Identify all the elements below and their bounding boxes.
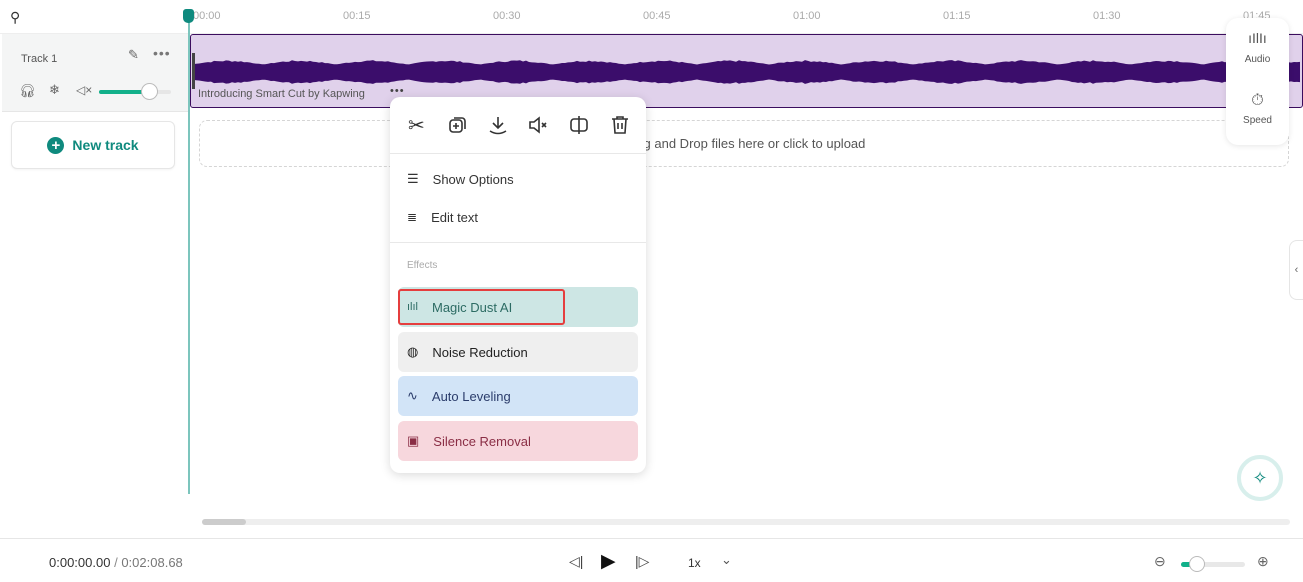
effect-label: Noise Reduction: [432, 344, 528, 360]
menu-item-label: Edit text: [431, 209, 479, 225]
effect-silence-removal[interactable]: ▣ Silence Removal: [398, 421, 638, 461]
new-track-button[interactable]: + New track: [11, 121, 175, 169]
waveform-path: [193, 60, 1300, 84]
clip-trim-handle[interactable]: [192, 53, 195, 89]
scrollbar-thumb[interactable]: [202, 519, 246, 525]
ruler-tick: 00:45: [643, 10, 671, 22]
magnet-icon[interactable]: ⚲: [10, 9, 20, 26]
effect-label: Auto Leveling: [431, 388, 511, 404]
audio-button[interactable]: ıIlIı Audio: [1226, 30, 1289, 65]
skip-forward-icon[interactable]: |▷: [635, 553, 649, 570]
playhead-handle[interactable]: [183, 9, 194, 23]
scissors-icon[interactable]: ✂: [404, 113, 428, 137]
current-time: 0:00:00.00: [49, 555, 111, 570]
timeline-ruler[interactable]: ⚲ 00:00 00:15 00:30 00:45 01:00 01:15 01…: [0, 0, 1303, 34]
playhead-line: [188, 16, 190, 494]
dropzone-text: Drag and Drop files here or click to upl…: [622, 136, 866, 151]
freeze-icon[interactable]: ❄: [49, 82, 60, 98]
zoom-in-icon[interactable]: ⊕: [1257, 553, 1269, 570]
skip-back-icon[interactable]: ◁|: [569, 553, 583, 570]
menu-item-edit-text[interactable]: ≣ Edit text: [390, 198, 646, 236]
speed-icon: ⏱: [1251, 92, 1264, 109]
play-icon[interactable]: ▶: [601, 550, 616, 573]
highlight-box: [398, 289, 565, 325]
new-track-label: New track: [72, 137, 139, 153]
magic-wand-icon[interactable]: ✎: [128, 47, 139, 63]
zoom-slider[interactable]: [1181, 556, 1245, 572]
side-panel: ıIlIı Audio ⏱ Speed: [1226, 18, 1289, 145]
player-bar: 0:00:00.00 / 0:02:08.68 ◁| ▶ |▷ 1x ⌄ ⊖ ⊕: [0, 538, 1303, 582]
sliders-icon: ☰: [407, 171, 419, 186]
speed-label: Speed: [1243, 115, 1272, 126]
silence-icon: ▣: [407, 433, 420, 448]
volume-slider[interactable]: [99, 83, 171, 100]
headphones-icon[interactable]: 🎧︎: [19, 83, 36, 99]
clip-context-menu: ✂ ☰ Show Options ≣ Edit text Effects ılıl M…: [390, 97, 646, 473]
volume-knob[interactable]: [141, 83, 159, 100]
ruler-tick: 01:15: [943, 10, 971, 22]
menu-item-show-options[interactable]: ☰ Show Options: [390, 160, 646, 198]
trash-icon[interactable]: [608, 113, 632, 137]
menu-item-label: Show Options: [432, 171, 514, 187]
ruler-tick: 01:00: [793, 10, 821, 22]
effects-heading: Effects: [407, 260, 438, 271]
ruler-tick: 00:30: [493, 10, 521, 22]
leveling-icon: ∿: [407, 388, 418, 403]
clip-more-icon[interactable]: •••: [390, 85, 405, 97]
more-options-icon[interactable]: •••: [153, 45, 171, 61]
sparkle-icon: ✧: [1252, 468, 1268, 488]
time-separator: /: [114, 555, 118, 570]
duplicate-icon[interactable]: [445, 113, 469, 137]
effect-noise-reduction[interactable]: ◍ Noise Reduction: [398, 332, 638, 372]
horizontal-scrollbar[interactable]: [202, 519, 1290, 525]
chevron-down-icon[interactable]: ⌄: [721, 552, 732, 568]
plus-icon: +: [47, 136, 65, 154]
zoom-knob[interactable]: [1189, 556, 1205, 572]
audio-label: Audio: [1244, 54, 1271, 65]
ruler-tick: 01:30: [1093, 10, 1121, 22]
noise-icon: ◍: [407, 344, 419, 359]
playback-speed[interactable]: 1x: [688, 556, 701, 570]
track-header: Track 1 ✎ ••• 🎧︎ ❄ ◁×: [2, 34, 188, 112]
collapse-panel-button[interactable]: ‹: [1289, 240, 1303, 300]
ruler-tick: 00:00: [193, 10, 221, 22]
speed-button[interactable]: ⏱ Speed: [1226, 92, 1289, 126]
track-name[interactable]: Track 1: [21, 53, 57, 65]
mute-icon[interactable]: ◁×: [76, 83, 92, 97]
ai-assistant-button[interactable]: ✧: [1237, 455, 1283, 501]
ruler-tick: 00:15: [343, 10, 371, 22]
download-icon[interactable]: [486, 113, 510, 137]
mute-clip-icon[interactable]: [526, 113, 550, 137]
clip-title: Introducing Smart Cut by Kapwing: [198, 88, 365, 100]
upload-dropzone[interactable]: Drag and Drop files here or click to upl…: [199, 120, 1289, 167]
edit-text-icon: ≣: [407, 210, 418, 224]
split-icon[interactable]: [567, 113, 591, 137]
effect-auto-leveling[interactable]: ∿ Auto Leveling: [398, 376, 638, 416]
zoom-out-icon[interactable]: ⊖: [1154, 553, 1166, 570]
total-duration: 0:02:08.68: [121, 555, 183, 570]
effect-label: Silence Removal: [433, 433, 531, 449]
audio-icon: ıIlIı: [1248, 30, 1267, 46]
